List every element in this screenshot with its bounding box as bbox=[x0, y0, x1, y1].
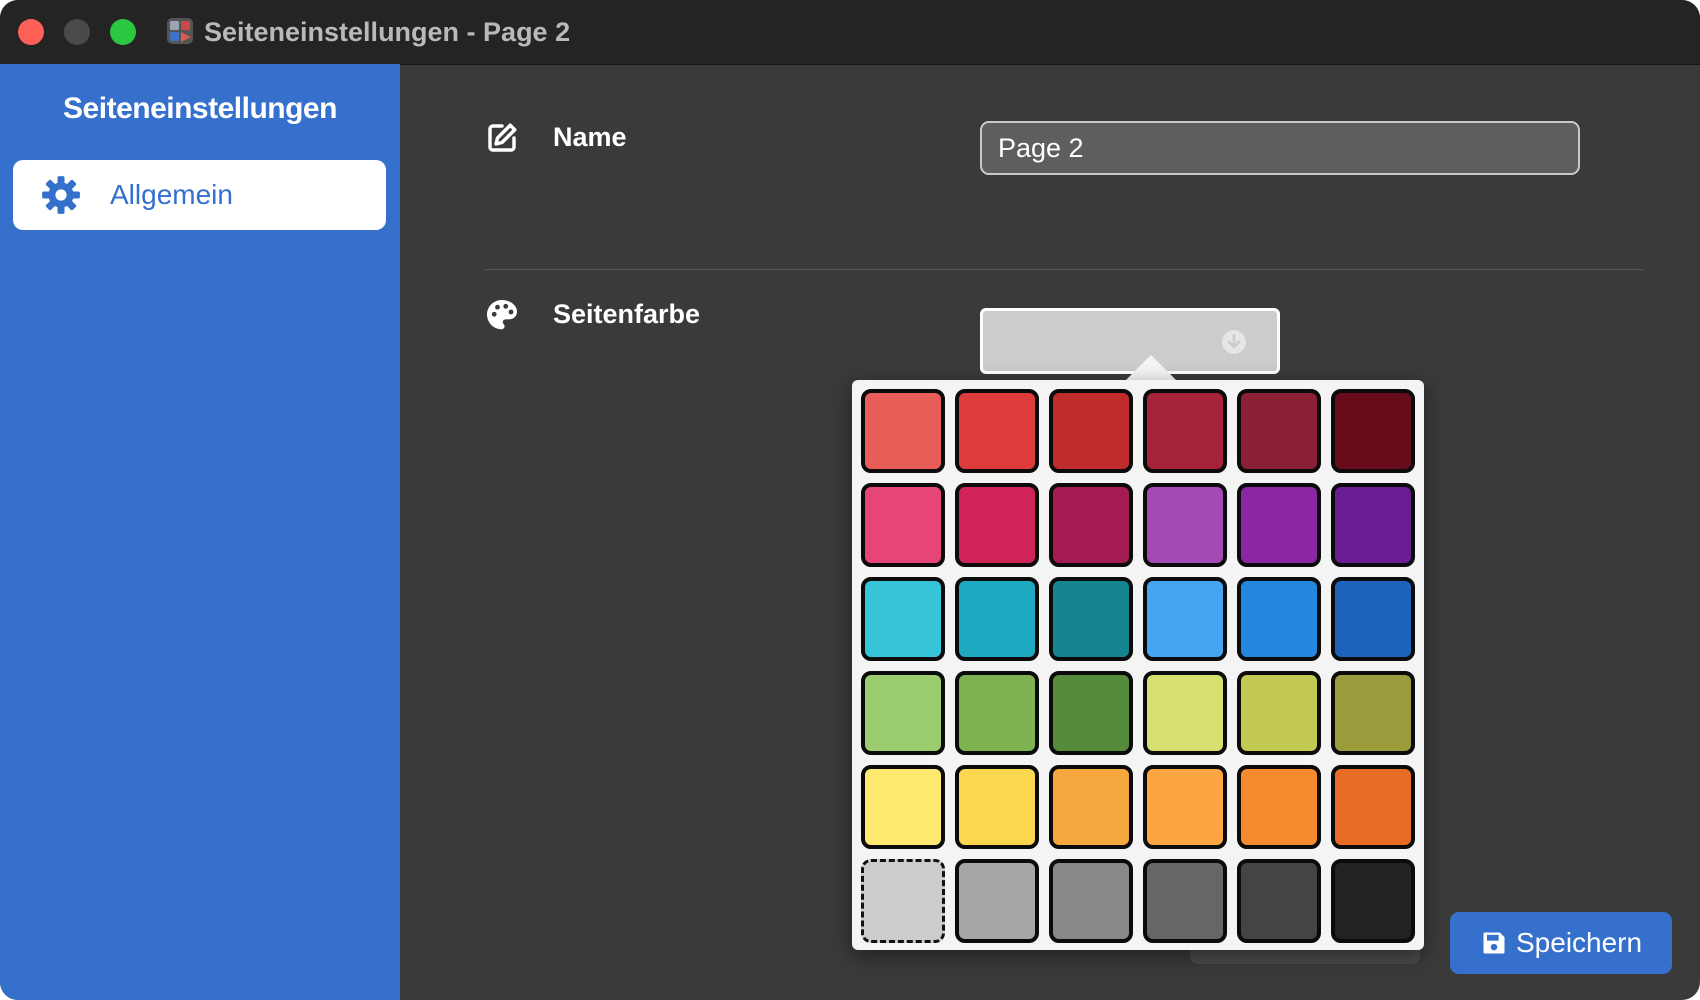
color-swatch[interactable] bbox=[861, 577, 945, 661]
color-swatch[interactable] bbox=[1331, 389, 1415, 473]
color-swatch[interactable] bbox=[1143, 577, 1227, 661]
color-swatch[interactable] bbox=[955, 859, 1039, 943]
color-swatch[interactable] bbox=[1331, 483, 1415, 567]
color-swatch[interactable] bbox=[1143, 859, 1227, 943]
color-swatch[interactable] bbox=[1237, 859, 1321, 943]
edit-icon bbox=[488, 123, 517, 152]
color-swatch[interactable] bbox=[1049, 765, 1133, 849]
color-swatch[interactable] bbox=[1237, 389, 1321, 473]
color-swatch[interactable] bbox=[955, 765, 1039, 849]
sidebar: Seiteneinstellungen Allgemein bbox=[0, 64, 400, 1000]
window-title: Seiteneinstellungen - Page 2 bbox=[204, 17, 571, 47]
color-swatch[interactable] bbox=[955, 671, 1039, 755]
color-swatch-grid bbox=[861, 389, 1415, 943]
color-swatch[interactable] bbox=[861, 483, 945, 567]
color-swatch[interactable] bbox=[955, 389, 1039, 473]
sidebar-item-label: Allgemein bbox=[110, 179, 233, 210]
gear-icon bbox=[42, 176, 80, 214]
color-swatch[interactable] bbox=[1143, 483, 1227, 567]
settings-content: Name Seitenfarbe bbox=[400, 64, 1700, 1000]
popover-arrow bbox=[1125, 355, 1177, 381]
color-swatch[interactable] bbox=[1331, 859, 1415, 943]
color-swatch[interactable] bbox=[1237, 577, 1321, 661]
maximize-window-button[interactable] bbox=[110, 19, 136, 45]
title-bar: Seiteneinstellungen - Page 2 bbox=[0, 0, 1700, 65]
color-swatch[interactable] bbox=[955, 577, 1039, 661]
color-swatch[interactable] bbox=[1143, 389, 1227, 473]
color-swatch[interactable] bbox=[1237, 483, 1321, 567]
app-icon bbox=[167, 18, 193, 44]
section-divider bbox=[484, 269, 1644, 270]
palette-icon bbox=[487, 300, 517, 330]
color-swatch[interactable] bbox=[861, 859, 945, 943]
color-swatch[interactable] bbox=[1049, 859, 1133, 943]
color-swatch[interactable] bbox=[1143, 765, 1227, 849]
minimize-window-button[interactable] bbox=[64, 19, 90, 45]
color-swatch[interactable] bbox=[1331, 671, 1415, 755]
color-swatch[interactable] bbox=[861, 765, 945, 849]
color-swatch[interactable] bbox=[1049, 671, 1133, 755]
color-swatch[interactable] bbox=[1237, 671, 1321, 755]
save-button-label: Speichern bbox=[1516, 927, 1643, 958]
close-window-button[interactable] bbox=[18, 19, 44, 45]
color-swatch[interactable] bbox=[1049, 389, 1133, 473]
color-swatch[interactable] bbox=[1237, 765, 1321, 849]
color-swatch[interactable] bbox=[861, 671, 945, 755]
color-swatch[interactable] bbox=[1143, 671, 1227, 755]
color-swatch[interactable] bbox=[1049, 577, 1133, 661]
color-swatch[interactable] bbox=[1049, 483, 1133, 567]
color-swatch[interactable] bbox=[1331, 577, 1415, 661]
color-picker-popover bbox=[852, 380, 1424, 950]
settings-window: Seiteneinstellungen - Page 2 Seiteneinst… bbox=[0, 0, 1700, 1000]
color-swatch[interactable] bbox=[861, 389, 945, 473]
name-input[interactable] bbox=[980, 121, 1580, 175]
page-color-label: Seitenfarbe bbox=[553, 299, 701, 329]
color-swatch[interactable] bbox=[955, 483, 1039, 567]
name-label: Name bbox=[553, 122, 627, 152]
save-disk-icon bbox=[1483, 932, 1505, 954]
arrow-down-circle-icon bbox=[1222, 330, 1246, 354]
sidebar-item-allgemein[interactable]: Allgemein bbox=[13, 160, 386, 230]
color-swatch[interactable] bbox=[1331, 765, 1415, 849]
sidebar-title: Seiteneinstellungen bbox=[63, 92, 337, 125]
save-button[interactable]: Speichern bbox=[1450, 912, 1672, 974]
